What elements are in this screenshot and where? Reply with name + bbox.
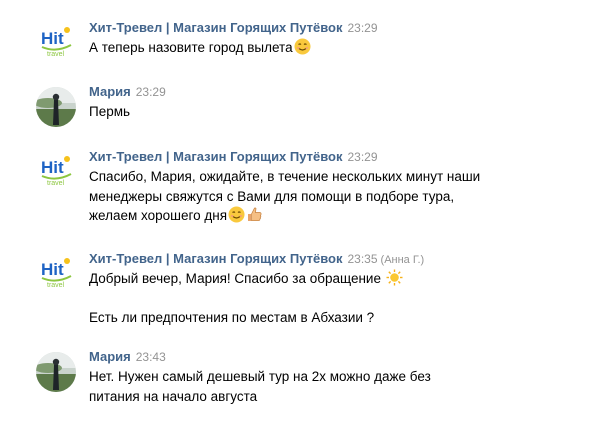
message-header: Мария 23:29 (89, 84, 166, 100)
message-header: Мария 23:43 (89, 349, 166, 365)
author-name[interactable]: Хит-Тревел | Магазин Горящих Путёвок (89, 251, 343, 266)
author-name[interactable]: Мария (89, 349, 131, 364)
message-line: питания на начало августа (89, 388, 258, 404)
sun-emoji-icon (386, 269, 403, 286)
hit-travel-logo-icon: Hit travel (41, 27, 72, 58)
hit-travel-logo-icon: Hit travel (41, 258, 72, 289)
message-item: Hit travel Хит-Тревел | Магазин Горящих … (0, 149, 602, 229)
message-item: Hit travel Хит-Тревел | Магазин Горящих … (0, 251, 602, 331)
smile-emoji-icon (294, 38, 311, 55)
message-text: Спасибо, Мария, ожидайте, в течение неск… (89, 167, 480, 226)
message-header: Хит-Тревел | Магазин Горящих Путёвок 23:2… (89, 20, 378, 36)
message-line-empty (89, 289, 403, 309)
svg-text:travel: travel (47, 282, 65, 289)
author-name[interactable]: Хит-Тревел | Магазин Горящих Путёвок (89, 149, 343, 164)
user-photo-icon (36, 87, 76, 127)
message-time[interactable]: 23:29 (348, 21, 378, 35)
smile-emoji-icon (228, 206, 245, 223)
message-text: А теперь назовите город вылета (89, 38, 311, 58)
message-text: Нет. Нужен самый дешевый тур на 2х можно… (89, 367, 431, 406)
message-line: желаем хорошего дня (89, 208, 228, 223)
message-line-with-emoji: Добрый вечер, Мария! Спасибо за обращени… (89, 269, 403, 289)
message-item: Мария 23:29 Пермь (0, 84, 602, 127)
message-line: Пермь (89, 104, 131, 119)
message-header: Хит-Тревел | Магазин Горящих Путёвок 23:3… (89, 251, 424, 267)
avatar[interactable]: Hit travel (36, 251, 76, 291)
author-name[interactable]: Хит-Тревел | Магазин Горящих Путёвок (89, 20, 343, 35)
message-line: Нет. Нужен самый дешевый тур на 2х можно… (89, 369, 431, 384)
svg-text:Hit: Hit (41, 158, 64, 177)
avatar[interactable]: Hit travel (36, 20, 76, 60)
message-item: Мария 23:43 Нет. Нужен самый дешевый тур … (0, 349, 602, 412)
avatar[interactable] (36, 87, 76, 127)
author-name[interactable]: Мария (89, 84, 131, 99)
avatar[interactable]: Hit travel (36, 149, 76, 189)
sender-note: (Анна Г.) (380, 254, 425, 266)
message-line: А теперь назовите город вылета (89, 40, 293, 55)
avatar[interactable] (36, 352, 76, 392)
svg-text:Hit: Hit (41, 260, 64, 279)
message-line: Спасибо, Мария, ожидайте, в течение неск… (89, 169, 481, 184)
svg-text:travel: travel (47, 180, 65, 187)
svg-text:Hit: Hit (41, 29, 64, 48)
message-text: Добрый вечер, Мария! Спасибо за обращени… (89, 269, 403, 328)
message-line-with-emoji: желаем хорошего дня (89, 206, 480, 226)
message-text: Пермь (89, 102, 130, 122)
message-line: Есть ли предпочтения по местам в Абхазии… (89, 310, 375, 325)
message-line: менеджеры свяжутся с Вами для помощи в п… (89, 188, 455, 204)
message-time[interactable]: 23:35 (348, 252, 378, 266)
svg-text:travel: travel (47, 51, 65, 58)
message-header: Хит-Тревел | Магазин Горящих Путёвок 23:2… (89, 149, 378, 165)
message-item: Hit travel Хит-Тревел | Магазин Горящих … (0, 20, 602, 60)
message-time[interactable]: 23:43 (136, 350, 166, 364)
message-time[interactable]: 23:29 (348, 150, 378, 164)
user-photo-icon (36, 352, 76, 392)
message-line: Добрый вечер, Мария! Спасибо за обращени… (89, 271, 381, 286)
thumbs-up-emoji-icon (246, 206, 263, 223)
hit-travel-logo-icon: Hit travel (41, 156, 72, 187)
message-time[interactable]: 23:29 (136, 85, 166, 99)
